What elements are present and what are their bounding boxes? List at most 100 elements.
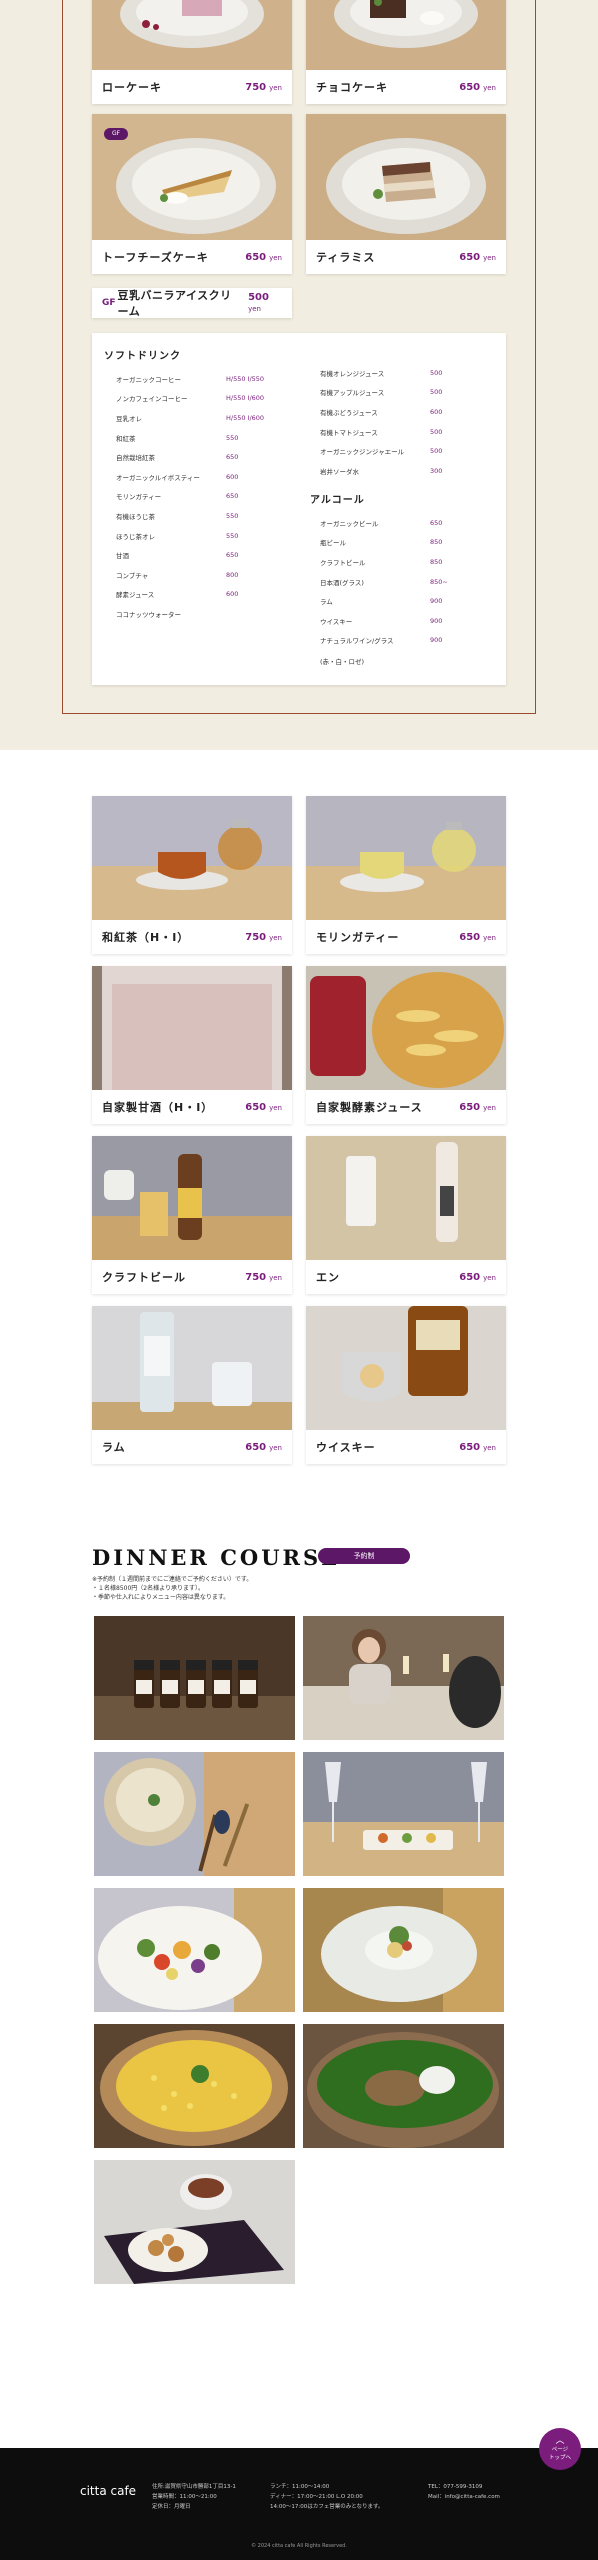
dinner-photo bbox=[303, 2024, 504, 2148]
soft-drink-heading: ソフトドリンク bbox=[104, 351, 181, 362]
drink-row: オーガニックビール 650 bbox=[320, 513, 448, 533]
dessert-name: トーフチーズケーキ bbox=[102, 251, 209, 264]
drink-row: 日本酒(グラス) 850~ bbox=[320, 572, 448, 592]
drink-photo bbox=[306, 796, 506, 920]
drink-price: 550 bbox=[226, 531, 239, 540]
dessert-photo bbox=[92, 0, 292, 70]
drink-card: クラフトビール 750 yen bbox=[92, 1136, 292, 1294]
drink-price: 850~ bbox=[430, 577, 448, 586]
drink-row: 豆乳オレ H/550 I/600 bbox=[116, 408, 264, 428]
drink-price: 850 bbox=[430, 538, 443, 547]
drink-card-name: エン bbox=[316, 1271, 340, 1284]
reservation-button[interactable]: 予約制 bbox=[318, 1548, 410, 1564]
drink-card-price: 750 yen bbox=[245, 931, 282, 943]
drink-menu-box: ソフトドリンク オーガニックコーヒー H/550 I/550 ノンカフェインコーヒー… bbox=[92, 333, 506, 685]
footer-address: 住所:滋賀県守山市勝部1丁目13-1 営業時間：11:00～21:00 定休日：月曜… bbox=[152, 2484, 236, 2510]
drink-price: H/550 I/550 bbox=[226, 374, 265, 383]
drink-row: コンブチャ 800 bbox=[116, 565, 264, 585]
drink-row: 有機アップルジュース 500 bbox=[320, 383, 442, 403]
drink-card: 和紅茶（H・I） 750 yen bbox=[92, 796, 292, 954]
drink-card-price: 650 yen bbox=[245, 1101, 282, 1113]
page-top-label: ページ bbox=[551, 2447, 569, 2453]
icecream-name: 豆乳バニラアイスクリーム bbox=[117, 289, 232, 318]
dessert-card: ティラミス 650 yen bbox=[306, 114, 506, 274]
drink-name: 瓶ビール bbox=[320, 539, 346, 548]
drink-row: モリンガティー 650 bbox=[116, 487, 264, 507]
drink-price: 600 bbox=[430, 407, 443, 416]
drink-price: H/550 I/600 bbox=[226, 394, 265, 403]
dessert-name: ローケーキ bbox=[102, 81, 162, 94]
soft-drink-list-right: 有機オレンジジュース 500 有機アップルジュース 500 有機ぶどうジュース 600 有機… bbox=[320, 363, 442, 481]
drink-name: 豆乳オレ bbox=[116, 414, 142, 423]
drink-name: オーガニックコーヒー bbox=[116, 375, 181, 384]
page-top-button[interactable]: ︿ ページ トップへ bbox=[539, 2428, 581, 2470]
drink-card: 自家製甘酒（H・I） 650 yen bbox=[92, 966, 292, 1124]
drink-photo bbox=[92, 796, 292, 920]
dessert-photo bbox=[306, 0, 506, 70]
drink-price: 500 bbox=[430, 447, 443, 456]
drink-name: 岩井ソーダ水 bbox=[320, 467, 359, 476]
drink-row: 甘酒 650 bbox=[116, 545, 264, 565]
drink-card: モリンガティー 650 yen bbox=[306, 796, 506, 954]
drink-price: 800 bbox=[226, 570, 239, 579]
dessert-price: 650 yen bbox=[245, 251, 282, 263]
dinner-photo bbox=[303, 1888, 504, 2012]
drink-name: 有機アップルジュース bbox=[320, 389, 385, 398]
dinner-photo bbox=[303, 1752, 504, 1876]
footer-hours: ランチ：11:00～14:00 ディナー：17:00～21:00 L.O 20:0… bbox=[270, 2484, 384, 2510]
dessert-card: GF トーフチーズケーキ 650 yen bbox=[92, 114, 292, 274]
drink-price: 550 bbox=[226, 511, 239, 520]
wine-note: (赤・白・ロゼ) bbox=[320, 658, 365, 666]
dessert-price: 650 yen bbox=[459, 81, 496, 93]
drink-card-price: 650 yen bbox=[459, 1271, 496, 1283]
drink-name: ナチュラルワイン/グラス bbox=[320, 637, 394, 646]
drink-price: 650 bbox=[430, 518, 443, 527]
site-footer: citta cafe 住所:滋賀県守山市勝部1丁目13-1 営業時間：11:00～… bbox=[0, 2448, 598, 2560]
dinner-photo bbox=[303, 1616, 504, 1740]
gluten-free-mark: GF bbox=[102, 298, 116, 308]
drink-name: クラフトビール bbox=[320, 558, 366, 567]
drink-row: 酵素ジュース 600 bbox=[116, 585, 264, 605]
alcohol-heading: アルコール bbox=[310, 495, 365, 506]
drink-name: オーガニックルイボスティー bbox=[116, 473, 200, 482]
drink-name: ノンカフェインコーヒー bbox=[116, 395, 188, 404]
drink-name: ほうじ茶オレ bbox=[116, 532, 155, 541]
drink-price: 600 bbox=[226, 472, 239, 481]
drink-photo bbox=[92, 966, 292, 1090]
drink-name: オーガニックジンジャエール bbox=[320, 448, 405, 457]
drink-card: 自家製酵素ジュース 650 yen bbox=[306, 966, 506, 1124]
drink-name: 有機オレンジジュース bbox=[320, 369, 385, 378]
drink-card-name: ウイスキー bbox=[316, 1441, 376, 1454]
dessert-photo bbox=[306, 114, 506, 240]
drink-photo bbox=[306, 966, 506, 1090]
drink-price: H/550 I/600 bbox=[226, 413, 265, 422]
drink-row: 有機トマトジュース 500 bbox=[320, 422, 442, 442]
drink-price: 500 bbox=[430, 388, 443, 397]
dinner-photo bbox=[94, 2024, 295, 2148]
drink-row: 和紅茶 550 bbox=[116, 428, 264, 448]
drink-row: ほうじ茶オレ 550 bbox=[116, 526, 264, 546]
dinner-photo bbox=[94, 1752, 295, 1876]
drink-row: クラフトビール 850 bbox=[320, 552, 448, 572]
dinner-photo bbox=[94, 1616, 295, 1740]
drink-name: オーガニックビール bbox=[320, 519, 379, 528]
icecream-price: 500 yen bbox=[248, 292, 269, 313]
dessert-name: チョコケーキ bbox=[316, 81, 388, 94]
dinner-note: ・１名様8500円（2名様より承ります）。 bbox=[92, 1585, 204, 1592]
drink-card-price: 650 yen bbox=[459, 1441, 496, 1453]
drink-price: 850 bbox=[430, 557, 443, 566]
drink-row: ラム 900 bbox=[320, 591, 448, 611]
dinner-note: ※予約制（１週間前までにご連絡でご予約ください）です。 bbox=[92, 1576, 253, 1583]
drink-price: 650 bbox=[226, 551, 239, 560]
drink-price: 600 bbox=[226, 590, 239, 599]
drink-name: ウイスキー bbox=[320, 617, 353, 626]
drink-row: 有機ほうじ茶 550 bbox=[116, 506, 264, 526]
drink-row: オーガニックジンジャエール 500 bbox=[320, 441, 442, 461]
drink-price: 500 bbox=[430, 368, 443, 377]
drink-card-name: ラム bbox=[102, 1441, 126, 1454]
soft-drink-list-left: オーガニックコーヒー H/550 I/550 ノンカフェインコーヒー H/550 I/… bbox=[116, 369, 264, 624]
drink-photo bbox=[92, 1306, 292, 1430]
drink-name: ココナッツウォーター bbox=[116, 610, 181, 619]
drink-name: 日本酒(グラス) bbox=[320, 578, 364, 587]
drink-card-price: 750 yen bbox=[245, 1271, 282, 1283]
